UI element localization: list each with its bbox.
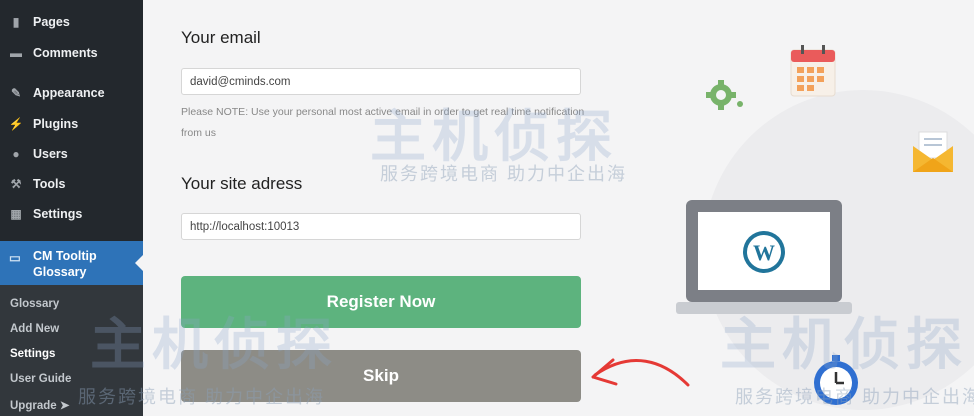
sidebar-item-tools[interactable]: ⚒ Tools (0, 171, 143, 197)
appearance-icon: ✎ (10, 86, 22, 100)
users-icon: ● (12, 147, 20, 161)
sidebar-item-settings[interactable]: ▦ Settings (0, 201, 143, 227)
plugins-icon: ⚡ (8, 117, 24, 131)
watermark-logo-text: 主机侦探 (720, 313, 968, 376)
pages-icon: ▮ (12, 15, 20, 29)
sidebar-item-users[interactable]: ● Users (0, 141, 143, 167)
settings-icon: ▦ (10, 207, 22, 221)
sidebar-item-label: Settings (33, 207, 83, 221)
gear-dot-icon (737, 101, 743, 107)
sidebar-item-appearance[interactable]: ✎ Appearance (0, 80, 143, 106)
sidebar-item-label: Users (33, 147, 68, 161)
comments-icon: ▬ (10, 46, 22, 60)
submenu-item-settings[interactable]: Settings (10, 348, 55, 360)
watermark-slogan: 服务跨境电商 助力中企出海 (78, 387, 325, 407)
submenu-item-glossary[interactable]: Glossary (10, 298, 59, 310)
submenu-item-user-guide[interactable]: User Guide (10, 373, 71, 385)
tooltip-icon: ▭ (9, 251, 21, 265)
watermark-slogan: 服务跨境电商 助力中企出海 (735, 387, 974, 407)
arrow-head-icon (591, 358, 618, 386)
watermark-slogan: 服务跨境电商 助力中企出海 (380, 164, 627, 184)
submenu-item-upgrade[interactable]: Upgrade ➤ (10, 398, 69, 412)
laptop-icon: W (676, 200, 852, 314)
sidebar-item-label: Comments (33, 46, 98, 60)
sidebar-item-label: Pages (33, 15, 70, 29)
sidebar-item-label: Tools (33, 177, 66, 191)
sidebar-item-cm-tooltip-glossary[interactable]: ▭ CM Tooltip Glossary (0, 241, 143, 285)
gear-icon (706, 80, 736, 110)
watermark-logo-text: 主机侦探 (90, 313, 338, 376)
calendar-icon (790, 45, 836, 97)
submenu-item-add-new[interactable]: Add New (10, 323, 59, 335)
sidebar-item-comments[interactable]: ▬ Comments (0, 40, 143, 66)
sidebar-item-label: Plugins (33, 117, 79, 131)
mail-icon (913, 131, 953, 172)
sidebar-item-pages[interactable]: ▮ Pages (0, 9, 143, 35)
sidebar-item-plugins[interactable]: ⚡ Plugins (0, 111, 143, 137)
sidebar-item-label: Appearance (33, 86, 105, 100)
sidebar-item-label: CM Tooltip Glossary (33, 249, 97, 279)
tools-icon: ⚒ (10, 177, 22, 191)
svg-text:W: W (753, 240, 775, 265)
